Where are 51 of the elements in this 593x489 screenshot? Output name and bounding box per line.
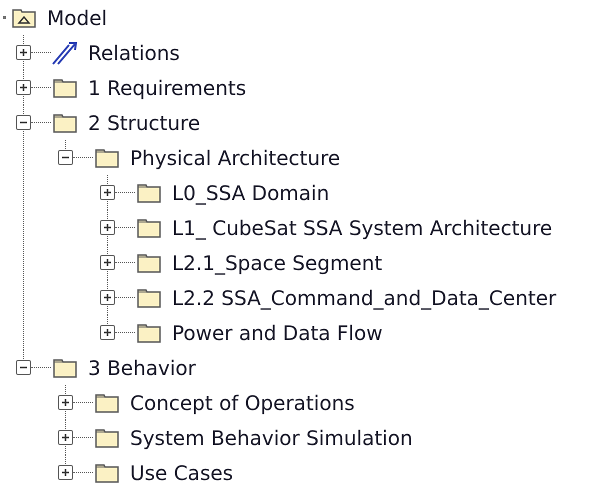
folder-icon <box>51 76 79 98</box>
tree-item[interactable]: System Behavior Simulation <box>130 426 413 450</box>
folder-icon <box>135 216 163 238</box>
expand-button[interactable] <box>100 290 115 305</box>
plus-icon <box>103 223 112 232</box>
folder-icon <box>93 462 121 484</box>
folder-icon <box>135 252 163 274</box>
expand-button[interactable] <box>100 220 115 235</box>
folder-icon <box>135 286 163 308</box>
expand-button[interactable] <box>58 395 73 410</box>
folder-triangle-icon <box>10 6 38 28</box>
expand-button[interactable] <box>16 80 31 95</box>
tree-item[interactable]: 3 Behavior <box>88 356 196 380</box>
tree-item[interactable]: L2.2 SSA_Command_and_Data_Center <box>172 286 556 310</box>
expand-button[interactable] <box>100 185 115 200</box>
expand-button[interactable] <box>58 430 73 445</box>
tree-item[interactable]: 2 Structure <box>88 110 200 134</box>
collapse-button[interactable] <box>58 150 73 165</box>
tree-item[interactable]: Relations <box>88 40 180 64</box>
plus-icon <box>19 83 28 92</box>
folder-icon <box>51 112 79 134</box>
expand-button[interactable] <box>100 255 115 270</box>
folder-icon <box>135 182 163 204</box>
double-arrow-icon <box>51 40 79 64</box>
plus-icon <box>103 188 112 197</box>
folder-icon <box>51 356 79 378</box>
plus-icon <box>19 48 28 57</box>
tree-item[interactable]: L0_SSA Domain <box>172 180 330 204</box>
folder-icon <box>93 426 121 448</box>
folder-icon <box>93 392 121 414</box>
expand-button[interactable] <box>58 465 73 480</box>
tree-item[interactable]: Physical Architecture <box>130 146 340 170</box>
tree-item[interactable]: Use Cases <box>130 460 234 484</box>
tree-item[interactable]: L2.1_Space Segment <box>172 250 382 274</box>
collapse-button[interactable] <box>16 360 31 375</box>
tree-item[interactable]: Model <box>47 6 108 30</box>
plus-icon <box>61 398 70 407</box>
plus-icon <box>103 328 112 337</box>
plus-icon <box>103 258 112 267</box>
tree-item[interactable]: L1_ CubeSat SSA System Architecture <box>172 216 552 240</box>
plus-icon <box>61 433 70 442</box>
expand-button[interactable] <box>100 325 115 340</box>
folder-icon <box>135 322 163 344</box>
tree-item[interactable]: Power and Data Flow <box>172 320 383 344</box>
plus-icon <box>103 293 112 302</box>
collapse-button[interactable] <box>16 115 31 130</box>
plus-icon <box>61 468 70 477</box>
expand-button[interactable] <box>16 45 31 60</box>
tree-item[interactable]: 1 Requirements <box>88 76 246 100</box>
folder-icon <box>93 146 121 168</box>
tree-item[interactable]: Concept of Operations <box>130 390 355 414</box>
